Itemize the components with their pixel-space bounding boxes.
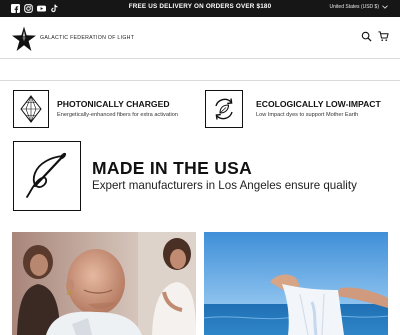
feature-ecological: ECOLOGICALLY LOW-IMPACT Low Impact dyes … (205, 90, 381, 128)
search-icon[interactable] (361, 31, 372, 42)
feature-title: PHOTONICALLY CHARGED (57, 99, 170, 110)
diamond-pyramid-icon (20, 95, 42, 123)
region-selector[interactable]: United States (USD $) (330, 4, 388, 10)
feature-subtitle: Energetically-enhanced fibers for extra … (57, 111, 178, 118)
section-divider (0, 80, 400, 81)
made-in-usa-block: MADE IN THE USA Expert manufacturers in … (13, 141, 357, 211)
highlight-subtitle: Expert manufacturers in Los Angeles ensu… (92, 179, 357, 193)
feature-icon-box (205, 90, 243, 128)
brand-name[interactable]: GALACTIC FEDERATION OF LIGHT (40, 35, 134, 41)
header-divider (0, 58, 400, 59)
region-label: United States (USD $) (329, 4, 379, 10)
site-header: GALACTIC FEDERATION OF LIGHT (0, 17, 400, 59)
feature-subtitle: Low Impact dyes to support Mother Earth (256, 111, 359, 118)
recycle-leaf-icon (215, 98, 233, 120)
star-logo-icon[interactable] (11, 26, 37, 52)
feature-photonic: PHOTONICALLY CHARGED Energetically-enhan… (13, 90, 178, 128)
announcement-bar: FREE US DELIVERY ON ORDERS OVER $180 Uni… (0, 0, 400, 17)
beach-shirt-photo[interactable] (204, 232, 388, 335)
highlight-icon-box (13, 141, 81, 211)
feature-title: ECOLOGICALLY LOW-IMPACT (256, 99, 381, 110)
highlight-title: MADE IN THE USA (92, 157, 253, 178)
chevron-down-icon (382, 5, 388, 9)
people-photo[interactable] (12, 232, 196, 335)
sewing-needle-icon (26, 152, 67, 198)
feature-icon-box (13, 90, 49, 128)
cart-icon[interactable] (378, 31, 389, 42)
